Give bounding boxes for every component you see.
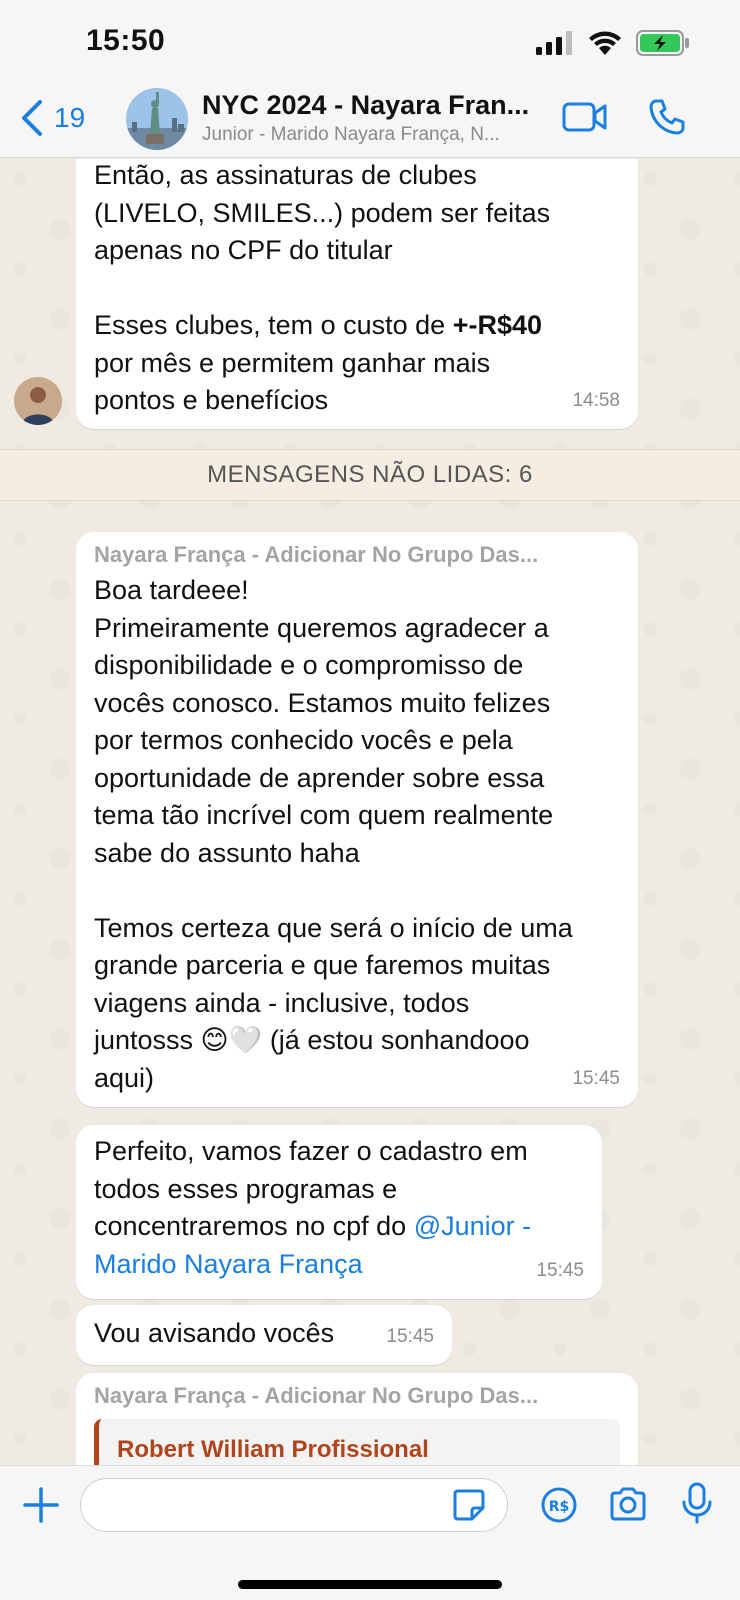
back-button[interactable]: 19 <box>20 98 85 138</box>
message-text-part: por mês e permitem ganhar mais pontos e … <box>94 347 491 416</box>
user-photo-image <box>14 377 62 425</box>
signal-icon <box>536 31 572 55</box>
message-bubble[interactable]: Nayara França - Adicionar No Grupo Das..… <box>76 1373 638 1465</box>
attach-button[interactable] <box>22 1486 60 1529</box>
status-icons <box>536 30 690 56</box>
message-time: 15:45 <box>386 1325 434 1347</box>
status-bar: 15:50 <box>0 0 740 84</box>
unread-messages-banner: MENSAGENS NÃO LIDAS: 6 <box>0 449 740 501</box>
unread-count: 19 <box>54 102 86 133</box>
payment-button[interactable]: R$ <box>540 1486 578 1529</box>
message-text: Então, as assinaturas de clubes (LIVELO,… <box>94 159 620 420</box>
microphone-icon <box>682 1482 712 1524</box>
message-time: 15:45 <box>572 1067 620 1089</box>
message-input[interactable] <box>80 1478 508 1532</box>
camera-button[interactable] <box>608 1486 648 1527</box>
message-text: Vou avisando vocês <box>94 1318 335 1348</box>
sender-name[interactable]: Nayara França - Adicionar No Grupo Das..… <box>94 1381 620 1411</box>
microphone-button[interactable] <box>680 1482 714 1529</box>
message-bold-text: +-R$40 <box>452 310 542 340</box>
chat-header: 19 NYC 2024 - Nayara Fran... Junior - Ma… <box>0 84 740 158</box>
group-title[interactable]: NYC 2024 - Nayara Fran... <box>202 90 552 121</box>
message-bubble[interactable]: Então, as assinaturas de clubes (LIVELO,… <box>76 159 638 429</box>
voice-call-button[interactable] <box>648 98 686 141</box>
avatar[interactable] <box>14 377 62 425</box>
svg-text:R$: R$ <box>549 1499 570 1515</box>
video-call-button[interactable] <box>562 100 608 139</box>
message-text: Perfeito, vamos fazer o cadastro em todo… <box>94 1133 584 1283</box>
statue-of-liberty-image <box>126 88 188 150</box>
chevron-left-icon <box>22 100 42 136</box>
message-time: 15:45 <box>536 1259 584 1281</box>
message-bubble[interactable]: Vou avisando vocês 15:45 <box>76 1305 452 1365</box>
message-time: 14:58 <box>572 389 620 411</box>
message-bubble[interactable]: Perfeito, vamos fazer o cadastro em todo… <box>76 1125 602 1299</box>
sticker-icon <box>453 1489 485 1521</box>
quoted-message[interactable]: Robert William Profissional <box>94 1419 620 1465</box>
message-text: Boa tardeee! Primeiramente queremos agra… <box>94 575 573 1093</box>
status-time: 15:50 <box>86 24 166 57</box>
input-bar: R$ <box>0 1465 740 1600</box>
camera-icon <box>610 1487 646 1521</box>
group-subtitle[interactable]: Junior - Marido Nayara França, N... <box>202 124 542 146</box>
group-avatar[interactable] <box>126 88 188 150</box>
sender-name[interactable]: Nayara França - Adicionar No Grupo Das..… <box>94 540 620 570</box>
wifi-icon <box>589 31 621 55</box>
home-indicator[interactable] <box>238 1580 502 1589</box>
quoted-sender-name: Robert William Profissional <box>117 1436 429 1463</box>
plus-icon <box>23 1487 59 1523</box>
currency-icon: R$ <box>541 1487 577 1523</box>
chat-area[interactable]: Então, as assinaturas de clubes (LIVELO,… <box>0 159 740 1465</box>
battery-icon <box>636 30 689 56</box>
message-bubble[interactable]: Nayara França - Adicionar No Grupo Das..… <box>76 532 638 1107</box>
sticker-button[interactable] <box>452 1488 486 1527</box>
video-camera-icon <box>562 102 607 132</box>
phone-icon <box>649 99 685 135</box>
